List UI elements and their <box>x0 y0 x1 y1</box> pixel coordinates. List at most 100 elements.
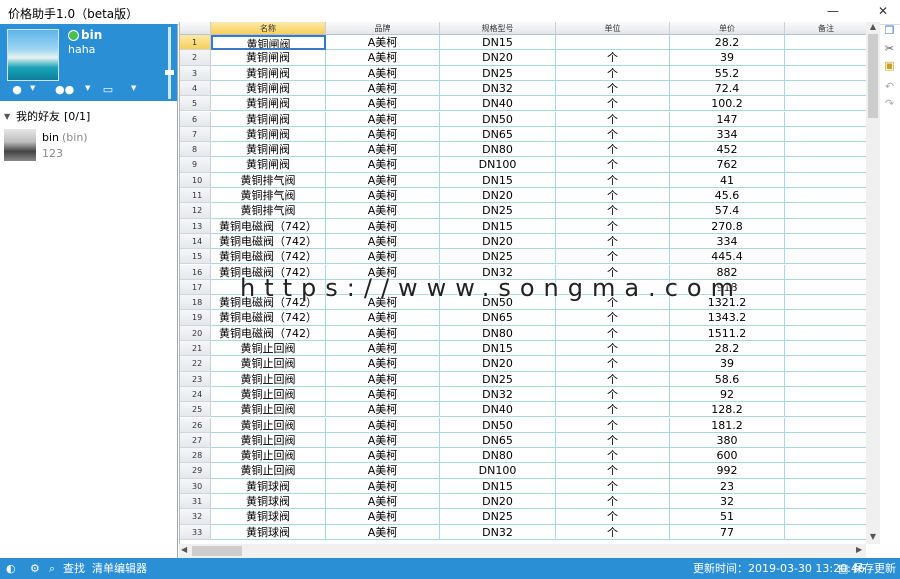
table-row[interactable]: 21 黄铜止回阀 A美柯 DN15 个 28.2 <box>180 341 868 357</box>
cell-brand[interactable]: A美柯 <box>326 386 440 403</box>
cell-name[interactable]: 黄铜止回阀 <box>211 417 326 433</box>
contacts-icon[interactable]: ●● <box>55 83 74 97</box>
save-update-button[interactable]: 保存更新 <box>852 558 896 579</box>
cell-price[interactable]: 380 <box>670 432 785 449</box>
row-number[interactable]: 2 <box>180 50 211 66</box>
list-editor-button[interactable]: 清单编辑器 <box>92 558 147 579</box>
cell-brand[interactable]: A美柯 <box>326 524 440 540</box>
cell-unit[interactable]: 个 <box>556 233 670 250</box>
column-header[interactable]: 名称 <box>211 22 326 35</box>
close-button[interactable]: ✕ <box>870 0 896 22</box>
row-number[interactable]: 15 <box>180 249 211 265</box>
cell-unit[interactable]: 个 <box>556 142 670 158</box>
cell-name[interactable]: 黄铜止回阀 <box>211 463 326 479</box>
cell-note[interactable] <box>785 218 868 234</box>
app-logo-icon[interactable]: ◐ <box>6 558 16 579</box>
cell-note[interactable] <box>785 509 868 525</box>
cell-brand[interactable]: A美柯 <box>326 463 440 479</box>
column-header[interactable]: 备注 <box>785 22 868 35</box>
cell-spec[interactable]: DN80 <box>440 325 556 341</box>
cell-spec[interactable]: DN40 <box>440 402 556 418</box>
cell-unit[interactable]: 个 <box>556 96 670 112</box>
expand-triangle-icon[interactable]: ▼ <box>4 108 10 126</box>
cell-unit[interactable] <box>556 35 670 51</box>
cell-unit[interactable]: 个 <box>556 371 670 387</box>
cell-note[interactable] <box>785 203 868 219</box>
undo-icon[interactable]: ↶ <box>882 80 897 94</box>
cell-spec[interactable]: DN100 <box>440 463 556 479</box>
cell-note[interactable] <box>785 524 868 540</box>
cell-brand[interactable]: A美柯 <box>326 35 440 51</box>
paste-icon[interactable]: ▣ <box>882 59 897 73</box>
cell-note[interactable] <box>785 448 868 464</box>
table-row[interactable]: 3 黄铜闸阀 A美柯 DN25 个 55.2 <box>180 65 868 81</box>
cell-spec[interactable]: DN80 <box>440 142 556 158</box>
row-number[interactable]: 21 <box>180 341 211 357</box>
row-number[interactable]: 20 <box>180 325 211 341</box>
cell-spec[interactable]: DN25 <box>440 509 556 525</box>
cell-unit[interactable]: 个 <box>556 432 670 449</box>
cell-unit[interactable]: 个 <box>556 524 670 540</box>
volume-slider-track[interactable] <box>168 27 171 99</box>
cell-price[interactable]: 100.2 <box>670 96 785 112</box>
table-row[interactable]: 14 黄铜电磁阀（742） A美柯 DN20 个 334 <box>180 233 868 250</box>
cell-note[interactable] <box>785 264 868 280</box>
cell-price[interactable]: 41 <box>670 172 785 188</box>
cell-brand[interactable]: A美柯 <box>326 494 440 510</box>
friend-group[interactable]: ▼ 我的好友 [0/1] <box>0 108 177 126</box>
cell-name[interactable]: 黄铜电磁阀（742） <box>211 325 326 341</box>
cell-unit[interactable]: 个 <box>556 325 670 341</box>
cell-price[interactable]: 72.4 <box>670 80 785 97</box>
scroll-up-icon[interactable]: ▲ <box>866 22 880 31</box>
cell-brand[interactable]: A美柯 <box>326 402 440 418</box>
cell-price[interactable]: 32 <box>670 494 785 510</box>
table-row[interactable]: 24 黄铜止回阀 A美柯 DN32 个 92 <box>180 386 868 403</box>
row-number[interactable]: 22 <box>180 356 211 372</box>
column-header[interactable]: 规格型号 <box>440 22 556 35</box>
cell-name[interactable]: 黄铜球阀 <box>211 478 326 494</box>
cell-unit[interactable]: 个 <box>556 494 670 510</box>
cell-brand[interactable]: A美柯 <box>326 478 440 494</box>
cell-spec[interactable]: DN50 <box>440 111 556 127</box>
table-row[interactable]: 26 黄铜止回阀 A美柯 DN50 个 181.2 <box>180 417 868 433</box>
horizontal-scroll-thumb[interactable] <box>192 546 242 556</box>
column-header[interactable]: 品牌 <box>326 22 440 35</box>
cut-icon[interactable]: ✂ <box>882 42 897 56</box>
cell-spec[interactable]: DN32 <box>440 524 556 540</box>
table-row[interactable]: 2 黄铜闸阀 A美柯 DN20 个 39 <box>180 50 868 66</box>
cell-note[interactable] <box>785 417 868 433</box>
cell-price[interactable]: 1511.2 <box>670 325 785 341</box>
row-number[interactable]: 27 <box>180 432 211 449</box>
cell-name[interactable]: 黄铜闸阀 <box>211 50 326 66</box>
row-number[interactable]: 31 <box>180 494 211 510</box>
row-number[interactable]: 30 <box>180 478 211 494</box>
cell-name[interactable]: 黄铜闸阀 <box>211 157 326 173</box>
row-number[interactable]: 19 <box>180 310 211 326</box>
cell-spec[interactable]: DN25 <box>440 249 556 265</box>
cell-price[interactable]: 55.2 <box>670 65 785 81</box>
row-number[interactable]: 7 <box>180 126 211 143</box>
table-row[interactable]: 6 黄铜闸阀 A美柯 DN50 个 147 <box>180 111 868 127</box>
table-row[interactable]: 27 黄铜止回阀 A美柯 DN65 个 380 <box>180 432 868 449</box>
cell-unit[interactable]: 个 <box>556 417 670 433</box>
copy-icon[interactable]: ❐ <box>882 24 897 38</box>
cell-unit[interactable]: 个 <box>556 65 670 81</box>
row-number[interactable]: 10 <box>180 172 211 188</box>
cell-note[interactable] <box>785 126 868 143</box>
cell-brand[interactable]: A美柯 <box>326 172 440 188</box>
cell-name[interactable]: 黄铜电磁阀（742） <box>211 218 326 234</box>
cell-price[interactable]: 147 <box>670 111 785 127</box>
cell-spec[interactable]: DN40 <box>440 96 556 112</box>
cell-unit[interactable]: 个 <box>556 203 670 219</box>
cell-unit[interactable]: 个 <box>556 218 670 234</box>
cell-price[interactable]: 334 <box>670 126 785 143</box>
table-row[interactable]: 30 黄铜球阀 A美柯 DN15 个 23 <box>180 478 868 494</box>
table-row[interactable]: 4 黄铜闸阀 A美柯 DN32 个 72.4 <box>180 80 868 97</box>
table-row[interactable]: 25 黄铜止回阀 A美柯 DN40 个 128.2 <box>180 402 868 418</box>
cell-note[interactable] <box>785 310 868 326</box>
cell-brand[interactable]: A美柯 <box>326 126 440 143</box>
cell-brand[interactable]: A美柯 <box>326 356 440 372</box>
cell-note[interactable] <box>785 341 868 357</box>
cell-spec[interactable]: DN15 <box>440 218 556 234</box>
row-number[interactable]: 1 <box>180 35 211 51</box>
